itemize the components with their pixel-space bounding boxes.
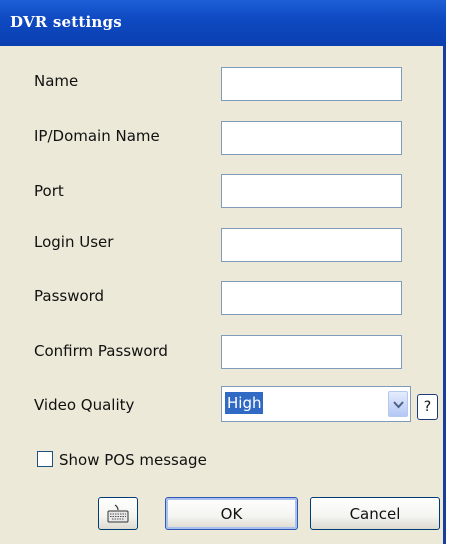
- cancel-button[interactable]: Cancel: [310, 497, 440, 530]
- help-button[interactable]: ?: [417, 394, 438, 420]
- chevron-down-icon: [393, 401, 404, 409]
- dropdown-button[interactable]: [388, 391, 408, 417]
- name-field[interactable]: [221, 67, 402, 101]
- ok-button[interactable]: OK: [165, 497, 298, 530]
- port-label: Port: [34, 182, 64, 200]
- keyboard-button[interactable]: [98, 497, 138, 530]
- video-quality-value: High: [225, 392, 264, 414]
- window-title: DVR settings: [10, 13, 122, 31]
- name-label: Name: [34, 72, 79, 90]
- video-quality-select[interactable]: High: [221, 386, 411, 422]
- password-label: Password: [34, 287, 105, 305]
- ip-domain-label: IP/Domain Name: [34, 127, 160, 145]
- dialog-frame: DVR settings Name IP/Domain Name Port Lo…: [0, 0, 446, 544]
- ip-domain-field[interactable]: [221, 121, 402, 155]
- dialog-window: DVR settings Name IP/Domain Name Port Lo…: [0, 0, 450, 544]
- show-pos-checkbox[interactable]: [37, 451, 53, 467]
- show-pos-label[interactable]: Show POS message: [59, 451, 207, 469]
- keyboard-icon: [107, 504, 129, 522]
- login-user-label: Login User: [34, 233, 114, 251]
- confirm-password-label: Confirm Password: [34, 342, 168, 360]
- confirm-password-field[interactable]: [221, 335, 402, 369]
- title-bar[interactable]: DVR settings: [0, 0, 446, 46]
- login-user-field[interactable]: [221, 228, 402, 262]
- video-quality-label: Video Quality: [34, 396, 135, 414]
- password-field[interactable]: [221, 281, 402, 315]
- port-field[interactable]: [221, 174, 402, 208]
